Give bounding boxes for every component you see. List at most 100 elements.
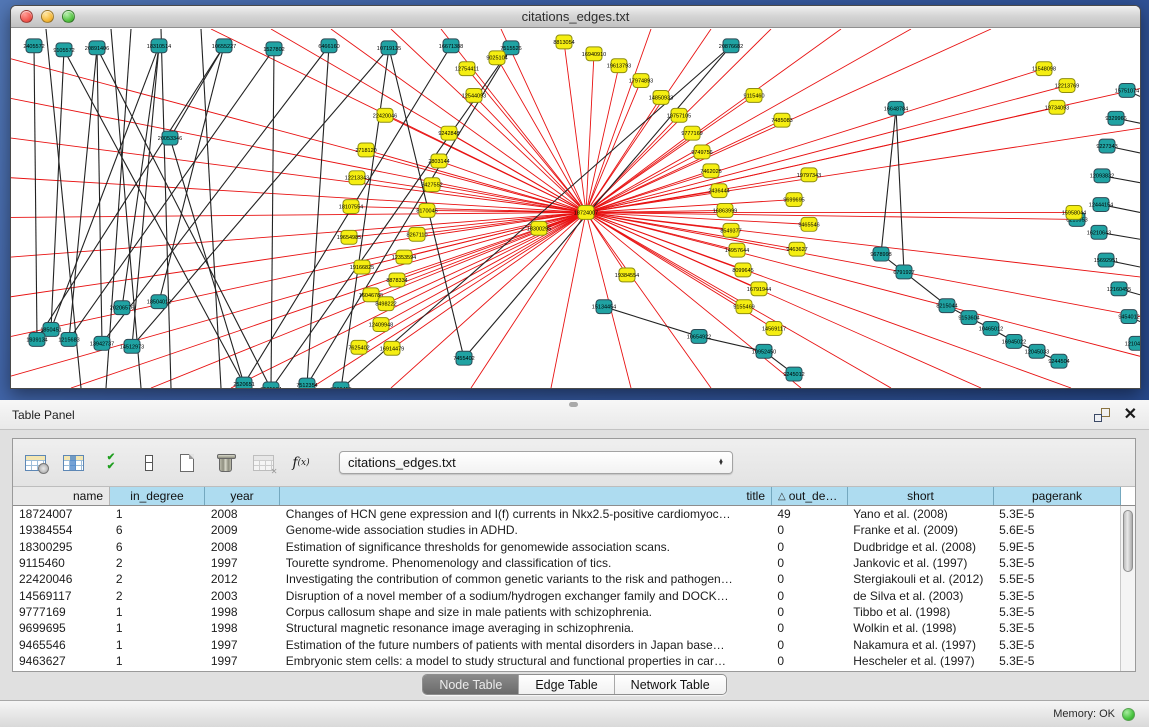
table-cell[interactable]: Disruption of a novel member of a sodium… xyxy=(280,587,772,603)
graph-node[interactable]: 16648784 xyxy=(884,101,908,115)
graph-node[interactable]: 6466160 xyxy=(318,39,339,53)
table-cell[interactable]: 1 xyxy=(110,620,205,636)
graph-node[interactable]: 8099456 xyxy=(330,382,351,388)
graph-node[interactable]: 20206576 xyxy=(110,301,134,315)
table-cell[interactable]: Yano et al. (2008) xyxy=(847,506,993,522)
graph-node[interactable]: 10655227 xyxy=(212,39,236,53)
table-row[interactable]: 1456911722003Disruption of a novel membe… xyxy=(13,587,1120,603)
table-cell[interactable]: 18300295 xyxy=(13,539,110,555)
table-row[interactable]: 911546021997Tourette syndrome. Phenomeno… xyxy=(13,555,1120,571)
table-cell[interactable]: 22420046 xyxy=(13,571,110,587)
table-cell[interactable]: 0 xyxy=(771,620,847,636)
table-cell[interactable]: 6 xyxy=(110,522,205,538)
graph-node[interactable]: 16940910 xyxy=(582,47,606,61)
split-pane-handle[interactable] xyxy=(569,402,578,407)
graph-node[interactable]: 9227343 xyxy=(1096,139,1117,153)
graph-node[interactable]: 12104553 xyxy=(1125,336,1140,350)
table-cell[interactable]: Investigating the contribution of common… xyxy=(280,571,772,587)
graph-node[interactable]: 19384554 xyxy=(615,268,639,282)
table-cell[interactable]: Stergiakouli et al. (2012) xyxy=(847,571,993,587)
graph-node[interactable]: 14512973 xyxy=(120,339,144,353)
graph-node[interactable]: 7485083 xyxy=(771,113,792,127)
table-cell[interactable]: 1 xyxy=(110,604,205,620)
graph-node[interactable]: 12093832 xyxy=(1090,169,1114,183)
graph-edge[interactable] xyxy=(586,212,801,388)
graph-node[interactable]: 8267110 xyxy=(407,227,428,241)
table-cell[interactable]: 5.5E-5 xyxy=(993,571,1120,587)
graph-edge[interactable] xyxy=(11,138,586,212)
delete-column-icon[interactable] xyxy=(213,452,237,474)
graph-edge[interactable] xyxy=(586,212,1077,219)
table-cell[interactable]: 5.9E-5 xyxy=(993,539,1120,555)
table-cell[interactable]: 0 xyxy=(771,604,847,620)
table-cell[interactable]: Genome-wide association studies in ADHD. xyxy=(280,522,772,538)
graph-edge[interactable] xyxy=(170,138,244,384)
graph-node[interactable]: 18310514 xyxy=(147,39,171,53)
network-window-titlebar[interactable]: citations_edges.txt xyxy=(11,6,1140,28)
graph-edge[interactable] xyxy=(69,48,97,340)
citation-network-graph[interactable]: 2405572910557220891406183105141065522715… xyxy=(11,29,1140,388)
graph-node[interactable]: 9115460 xyxy=(744,89,765,103)
graph-node[interactable]: 2803144 xyxy=(428,154,449,168)
graph-node[interactable]: 18107554 xyxy=(339,200,363,214)
table-cell[interactable]: 0 xyxy=(771,587,847,603)
vertical-scrollbar[interactable] xyxy=(1120,506,1135,671)
show-columns-icon[interactable] xyxy=(61,452,85,474)
graph-node[interactable]: 9025104 xyxy=(486,51,507,65)
graph-node[interactable]: 8427552 xyxy=(421,178,442,192)
graph-node[interactable]: 9777169 xyxy=(681,126,702,140)
graph-node[interactable]: 14957644 xyxy=(725,243,749,257)
table-cell[interactable]: 2 xyxy=(110,571,205,587)
graph-node[interactable]: 12045033 xyxy=(1025,344,1049,358)
table-cell[interactable]: 9777169 xyxy=(13,604,110,620)
graph-edge[interactable] xyxy=(586,212,1071,388)
table-cell[interactable]: 9465546 xyxy=(13,636,110,652)
table-cell[interactable]: 0 xyxy=(771,653,847,669)
table-cell[interactable]: de Silva et al. (2003) xyxy=(847,587,993,603)
table-cell[interactable]: 1 xyxy=(110,636,205,652)
table-cell[interactable]: Tibbo et al. (1998) xyxy=(847,604,993,620)
graph-node[interactable]: 20053346 xyxy=(158,131,182,145)
table-cell[interactable]: 2008 xyxy=(205,506,280,522)
tab-network-table[interactable]: Network Table xyxy=(615,675,726,694)
table-cell[interactable]: 5.3E-5 xyxy=(993,555,1120,571)
graph-edge[interactable] xyxy=(497,58,586,213)
graph-node[interactable]: 9505134 xyxy=(260,382,281,388)
graph-node[interactable]: 9155469 xyxy=(733,300,754,314)
graph-node[interactable]: 15134454 xyxy=(592,300,616,314)
graph-edge[interactable] xyxy=(211,29,586,212)
column-header-short[interactable]: short xyxy=(848,487,994,505)
table-cell[interactable]: 1998 xyxy=(205,620,280,636)
table-selector-dropdown[interactable]: citations_edges.txt ▲▼ xyxy=(339,451,733,474)
graph-node[interactable]: 20891406 xyxy=(85,41,109,55)
graph-node[interactable]: 7455402 xyxy=(453,351,474,365)
graph-node[interactable]: 12213343 xyxy=(345,171,369,185)
table-settings-icon[interactable] xyxy=(23,452,47,474)
graph-edge[interactable] xyxy=(307,46,329,385)
table-cell[interactable]: 9699695 xyxy=(13,620,110,636)
table-cell[interactable]: 2 xyxy=(110,587,205,603)
graph-edge[interactable] xyxy=(201,29,221,388)
graph-node[interactable]: 15751074 xyxy=(1115,84,1139,98)
table-cell[interactable]: Changes of HCN gene expression and I(f) … xyxy=(280,506,772,522)
graph-node[interactable]: 16791944 xyxy=(747,282,771,296)
table-cell[interactable]: 1998 xyxy=(205,604,280,620)
graph-node[interactable]: 8813054 xyxy=(553,35,574,49)
table-cell[interactable]: Franke et al. (2009) xyxy=(847,522,993,538)
table-cell[interactable]: 0 xyxy=(771,539,847,555)
graph-node[interactable]: 9245012 xyxy=(783,367,804,381)
graph-node[interactable]: 7512354 xyxy=(296,378,317,388)
graph-node[interactable]: 2405572 xyxy=(23,39,44,53)
table-cell[interactable]: 2 xyxy=(110,555,205,571)
table-row[interactable]: 977716911998Corpus callosum shape and si… xyxy=(13,604,1120,620)
table-cell[interactable]: 5.3E-5 xyxy=(993,506,1120,522)
graph-edge[interactable] xyxy=(586,212,1140,356)
graph-edge[interactable] xyxy=(896,108,904,272)
table-cell[interactable]: 0 xyxy=(771,571,847,587)
column-header-year[interactable]: year xyxy=(205,487,280,505)
table-cell[interactable]: 0 xyxy=(771,555,847,571)
graph-node[interactable]: 8099645 xyxy=(732,263,753,277)
function-builder-icon[interactable]: f(x) xyxy=(289,452,313,474)
table-cell[interactable]: Corpus callosum shape and size in male p… xyxy=(280,604,772,620)
graph-edge[interactable] xyxy=(586,212,981,388)
